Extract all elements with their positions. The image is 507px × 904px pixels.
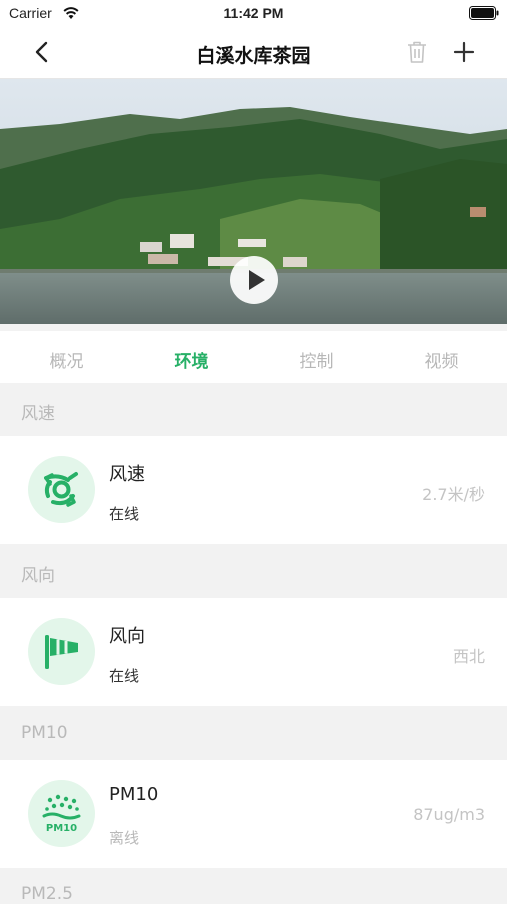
- tab-control[interactable]: 控制: [253, 347, 380, 372]
- sensor-value: 87ug/m3: [413, 805, 485, 824]
- section-header-wind-speed: 风速: [21, 404, 55, 424]
- sensor-name: PM10: [109, 784, 159, 805]
- tab-environment[interactable]: 环境: [128, 347, 255, 372]
- sensor-name: 风速: [109, 464, 145, 485]
- section-header-pm25: PM2.5: [21, 884, 73, 904]
- sensor-name: 风向: [109, 626, 145, 647]
- sensor-value: 西北: [452, 647, 485, 666]
- section-header-pm10: PM10: [21, 723, 68, 743]
- play-button[interactable]: [230, 256, 278, 304]
- sensor-row-pm10[interactable]: PM10 PM10 离线 87ug/m3: [0, 760, 507, 868]
- tab-video[interactable]: 视频: [378, 347, 505, 372]
- sensor-status: 离线: [109, 829, 140, 847]
- tab-bar: 概况 环境 控制 视频: [0, 331, 507, 383]
- status-bar: Carrier 11:42 PM: [0, 0, 507, 28]
- sensor-status: 在线: [109, 505, 140, 523]
- video-player[interactable]: [0, 79, 507, 324]
- sensor-status: 在线: [109, 667, 140, 685]
- plus-icon[interactable]: [452, 40, 476, 64]
- tab-overview[interactable]: 概况: [3, 347, 130, 372]
- battery-icon: [469, 6, 499, 20]
- pm10-icon-text: PM10: [46, 823, 77, 834]
- windsock-icon: [28, 618, 95, 685]
- sensor-row-wind-direction[interactable]: 风向 在线 西北: [0, 598, 507, 706]
- page-title: 白溪水库茶园: [196, 45, 311, 67]
- nav-bar: 白溪水库茶园: [0, 28, 507, 79]
- play-icon: [249, 270, 265, 290]
- trash-icon[interactable]: [406, 40, 428, 64]
- sensor-value: 2.7米/秒: [422, 485, 485, 504]
- section-header-wind-direction: 风向: [21, 566, 55, 586]
- clock: 11:42 PM: [223, 5, 284, 21]
- sensor-row-wind-speed[interactable]: 风速 在线 2.7米/秒: [0, 436, 507, 544]
- wind-speed-icon: [28, 456, 95, 523]
- pm10-icon: PM10: [28, 780, 95, 847]
